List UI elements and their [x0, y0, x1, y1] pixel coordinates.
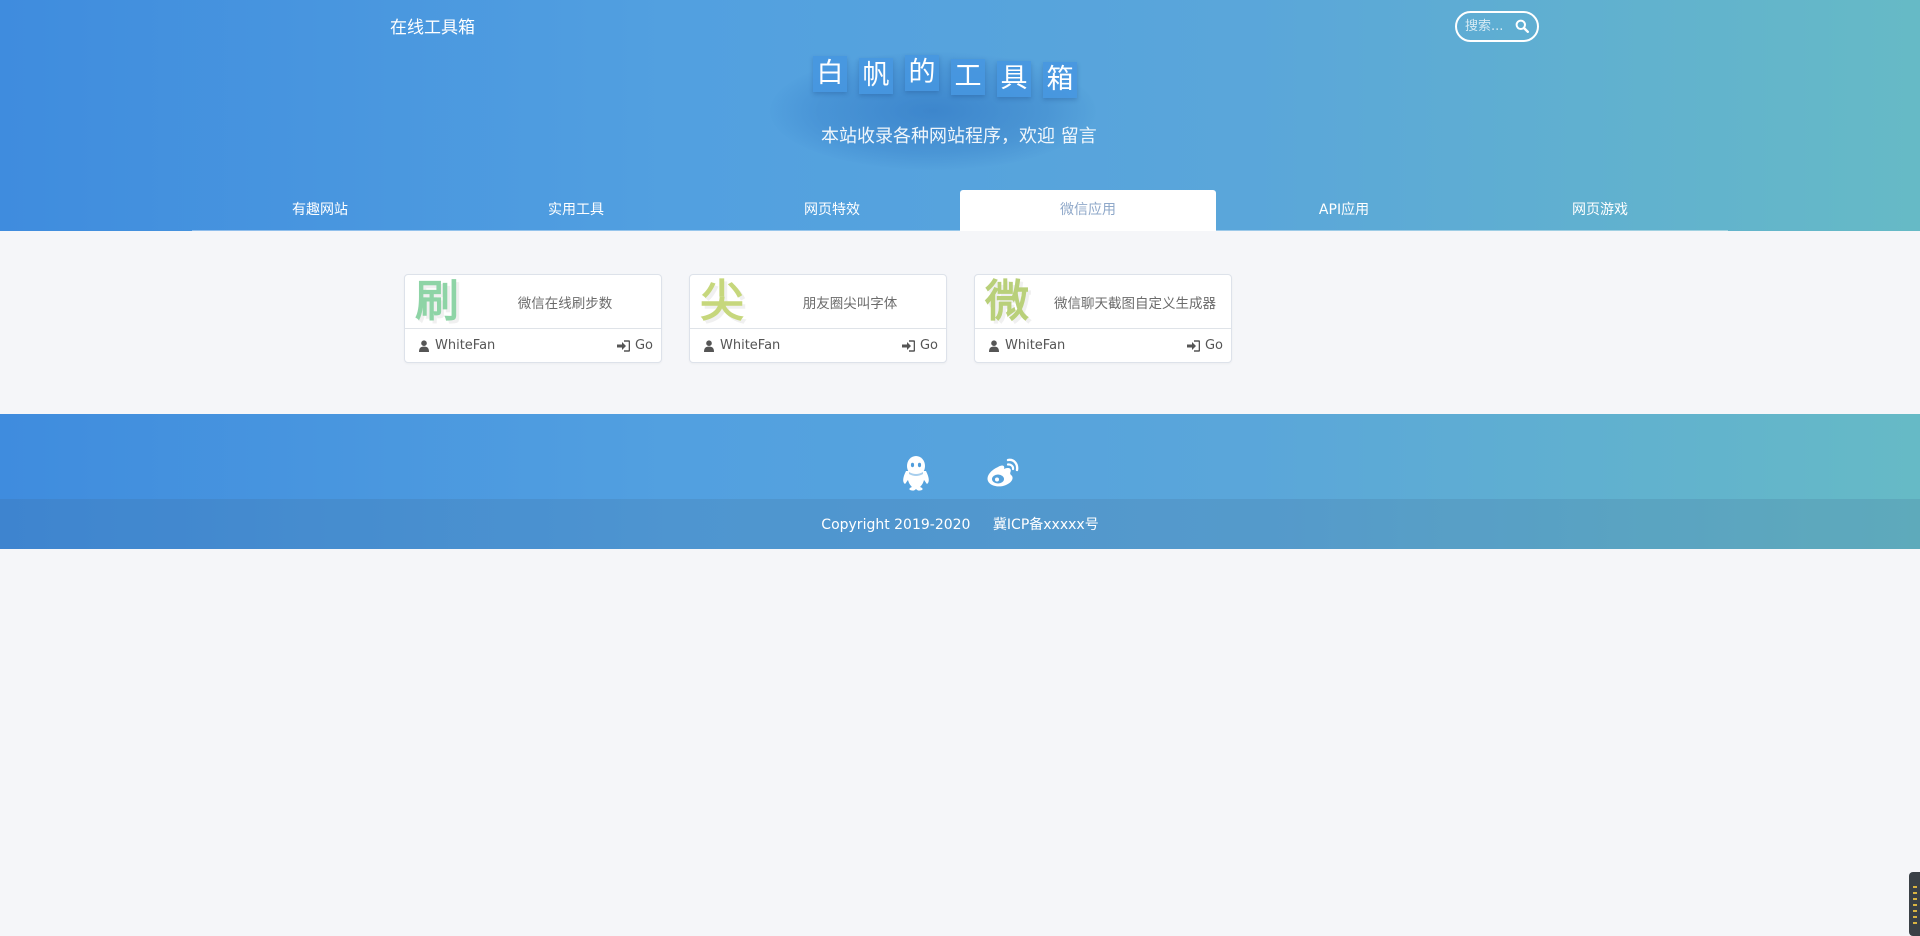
- social-links: [0, 414, 1920, 499]
- card-header[interactable]: 尖 朋友圈尖叫字体: [690, 275, 946, 329]
- card-glyph: 刷: [415, 276, 459, 327]
- tab-web-games[interactable]: 网页游戏: [1472, 190, 1728, 231]
- qq-icon[interactable]: [900, 455, 932, 491]
- site-title-char: 帆: [859, 58, 893, 94]
- site-footer: Copyright 2019-2020 冀ICP备xxxxx号: [0, 414, 1920, 549]
- header-banner: 在线工具箱 白 帆 的 工 具 箱 本站收录各种网站程序，欢迎 留言 有趣网站 …: [0, 0, 1920, 231]
- subtitle-text: 本站收录各种网站程序，欢迎: [821, 126, 1055, 147]
- go-link[interactable]: Go: [1186, 338, 1223, 353]
- author-name: WhiteFan: [435, 338, 496, 353]
- card-author: WhiteFan: [704, 338, 780, 353]
- site-title-char: 工: [951, 59, 985, 95]
- site-title-char: 具: [997, 61, 1031, 97]
- go-label[interactable]: Go: [635, 338, 653, 353]
- sign-in-icon: [616, 339, 630, 352]
- go-link[interactable]: Go: [616, 338, 653, 353]
- card-header[interactable]: 刷 微信在线刷步数: [405, 275, 661, 329]
- card-header[interactable]: 微 微信聊天截图自定义生成器: [975, 275, 1231, 329]
- card-title[interactable]: 微信聊天截图自定义生成器: [1045, 292, 1225, 312]
- card-title[interactable]: 微信在线刷步数: [475, 292, 655, 312]
- search-input[interactable]: [1465, 17, 1517, 36]
- card-author: WhiteFan: [989, 338, 1065, 353]
- site-title-char: 白: [813, 56, 847, 92]
- tab-practical-tools[interactable]: 实用工具: [448, 190, 704, 231]
- user-icon: [704, 339, 714, 352]
- card-glyph: 尖: [700, 276, 744, 327]
- author-name: WhiteFan: [720, 338, 781, 353]
- tab-web-effects[interactable]: 网页特效: [704, 190, 960, 231]
- user-icon: [989, 339, 999, 352]
- search-icon[interactable]: [1515, 19, 1529, 33]
- guestbook-link[interactable]: 留言: [1061, 126, 1097, 147]
- site-title: 白 帆 的 工 具 箱: [813, 55, 1089, 98]
- user-icon: [419, 339, 429, 352]
- weibo-icon[interactable]: [985, 458, 1019, 488]
- sign-in-icon: [1186, 339, 1200, 352]
- side-toolbar-widget[interactable]: [1909, 872, 1920, 936]
- go-label[interactable]: Go: [920, 338, 938, 353]
- card-footer: WhiteFan Go: [975, 330, 1231, 362]
- card-title[interactable]: 朋友圈尖叫字体: [760, 292, 940, 312]
- sign-in-icon: [901, 339, 915, 352]
- card-author: WhiteFan: [419, 338, 495, 353]
- card-glyph: 微: [985, 276, 1029, 327]
- site-subtitle: 本站收录各种网站程序，欢迎 留言: [821, 122, 1097, 148]
- site-brand[interactable]: 在线工具箱: [390, 13, 475, 38]
- copyright: Copyright 2019-2020 冀ICP备xxxxx号: [0, 514, 1920, 534]
- tab-fun-sites[interactable]: 有趣网站: [192, 190, 448, 231]
- tool-card[interactable]: 微 微信聊天截图自定义生成器 WhiteFan Go: [974, 274, 1232, 363]
- footer-bar: Copyright 2019-2020 冀ICP备xxxxx号: [0, 499, 1920, 549]
- category-tabs: 有趣网站 实用工具 网页特效 微信应用 API应用 网页游戏: [192, 190, 1728, 231]
- go-label[interactable]: Go: [1205, 338, 1223, 353]
- tab-wechat-apps[interactable]: 微信应用: [960, 190, 1216, 231]
- site-title-char: 箱: [1043, 62, 1077, 98]
- author-name: WhiteFan: [1005, 338, 1066, 353]
- tool-card[interactable]: 尖 朋友圈尖叫字体 WhiteFan Go: [689, 274, 947, 363]
- card-footer: WhiteFan Go: [405, 330, 661, 362]
- search-box[interactable]: [1455, 11, 1539, 42]
- icp-link[interactable]: 冀ICP备xxxxx号: [993, 517, 1099, 533]
- site-title-char: 的: [905, 55, 939, 91]
- go-link[interactable]: Go: [901, 338, 938, 353]
- tab-api-apps[interactable]: API应用: [1216, 190, 1472, 231]
- copyright-text: Copyright 2019-2020: [821, 517, 971, 533]
- tool-card[interactable]: 刷 微信在线刷步数 WhiteFan Go: [404, 274, 662, 363]
- card-footer: WhiteFan Go: [690, 330, 946, 362]
